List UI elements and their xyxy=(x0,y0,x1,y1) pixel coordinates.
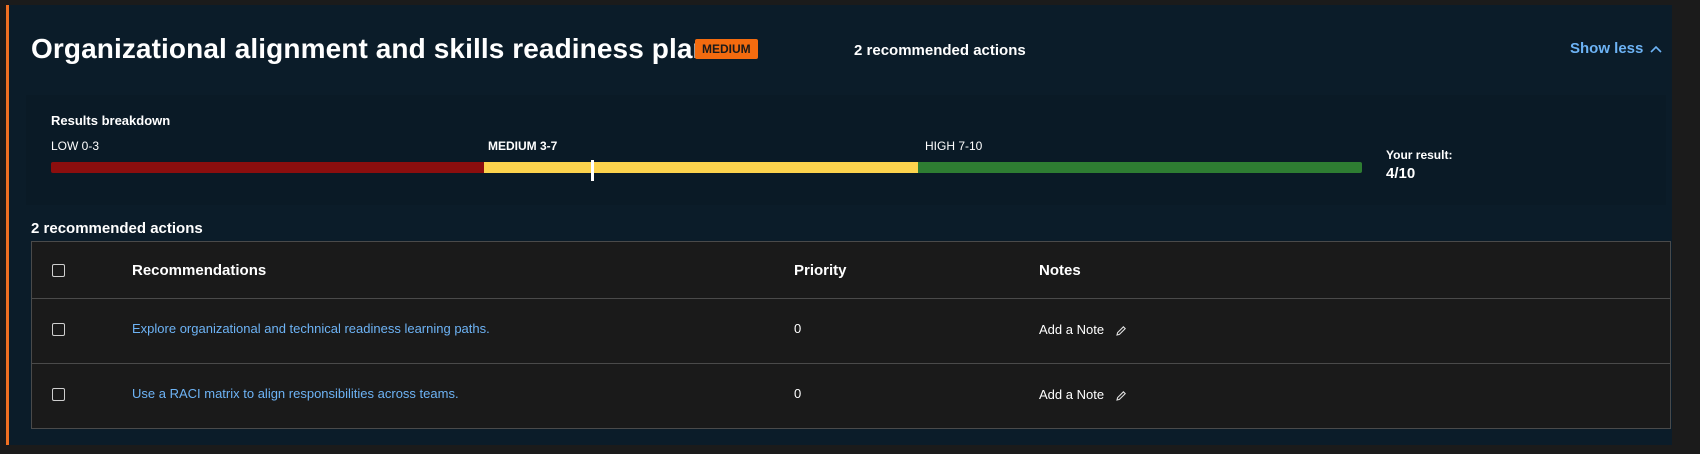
recommendation-link[interactable]: Explore organizational and technical rea… xyxy=(132,321,490,336)
score-bar-medium xyxy=(484,162,918,173)
range-label-medium: MEDIUM 3-7 xyxy=(488,139,558,153)
card-title: Organizational alignment and skills read… xyxy=(31,33,726,64)
score-bar xyxy=(51,162,1362,173)
score-bar-high xyxy=(918,162,1362,173)
recommendation-link[interactable]: Use a RACI matrix to align responsibilit… xyxy=(132,386,459,401)
table-row: Explore organizational and technical rea… xyxy=(32,299,1670,364)
recommended-actions-count: 2 recommended actions xyxy=(854,42,1026,59)
section-title: 2 recommended actions xyxy=(31,220,203,237)
column-header-priority[interactable]: Priority xyxy=(794,262,847,279)
add-note-button[interactable]: Add a Note xyxy=(1039,321,1127,337)
row-checkbox[interactable] xyxy=(52,388,65,401)
chevron-up-icon xyxy=(1650,45,1662,53)
severity-badge: MEDIUM xyxy=(695,39,758,59)
range-label-low: LOW 0-3 xyxy=(51,139,100,153)
results-breakdown: Results breakdown LOW 0-3 MEDIUM 3-7 HIG… xyxy=(26,95,1666,205)
add-note-label: Add a Note xyxy=(1039,386,1105,402)
priority-value: 0 xyxy=(794,386,802,401)
column-header-notes: Notes xyxy=(1039,262,1081,279)
score-marker xyxy=(591,160,594,181)
add-note-label: Add a Note xyxy=(1039,321,1105,337)
show-less-button[interactable]: Show less xyxy=(1570,40,1662,57)
score-bar-low xyxy=(51,162,484,173)
priority-value: 0 xyxy=(794,321,802,336)
table-row: Use a RACI matrix to align responsibilit… xyxy=(32,364,1670,428)
pencil-icon xyxy=(1116,326,1127,336)
select-all-checkbox[interactable] xyxy=(52,264,65,277)
range-label-high: HIGH 7-10 xyxy=(925,139,983,153)
your-result-value: 4/10 xyxy=(1386,165,1416,182)
pencil-icon xyxy=(1116,391,1127,401)
assessment-card: Organizational alignment and skills read… xyxy=(6,5,1672,445)
add-note-button[interactable]: Add a Note xyxy=(1039,386,1127,402)
breakdown-title: Results breakdown xyxy=(51,113,171,128)
column-header-recommendations[interactable]: Recommendations xyxy=(132,262,266,279)
show-less-label: Show less xyxy=(1570,40,1644,57)
row-checkbox[interactable] xyxy=(52,323,65,336)
recommendations-table: Recommendations Priority Notes Explore o… xyxy=(31,241,1671,429)
table-header-row: Recommendations Priority Notes xyxy=(32,242,1670,299)
your-result-label: Your result: xyxy=(1386,148,1453,162)
